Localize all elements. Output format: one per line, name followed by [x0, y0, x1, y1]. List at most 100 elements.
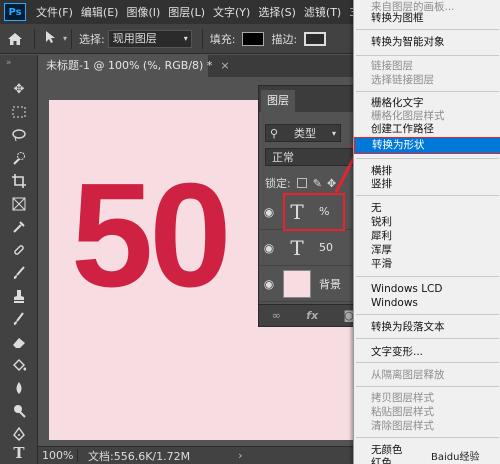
- canvas-text-50: 50: [71, 153, 232, 318]
- tools-panel: » ✥ T: [0, 55, 38, 464]
- menu-item-antialias-crisp[interactable]: 犀利: [354, 229, 500, 243]
- divider: [356, 55, 499, 56]
- menu-item-antialias-smooth[interactable]: 平滑: [354, 257, 500, 271]
- chevron-down-icon: ▾: [183, 33, 188, 43]
- menu-item-paste-layer-style[interactable]: 粘贴图层样式: [354, 405, 500, 419]
- fill-label: 填充:: [209, 32, 236, 46]
- quick-select-tool-icon[interactable]: [9, 148, 29, 168]
- menu-item-copy-layer-style[interactable]: 拷贝图层样式: [354, 391, 500, 405]
- context-menu: 来自图层的画板... 转换为图框 转换为智能对象 链接图层 选择链接图层 栅格化…: [353, 0, 500, 464]
- layer-name: 50: [319, 241, 333, 254]
- fill-color-swatch[interactable]: [242, 31, 265, 46]
- lock-paint-icon[interactable]: ✎: [313, 177, 322, 190]
- lock-label: 锁定:: [265, 177, 291, 190]
- menu-item-release-from-isolation[interactable]: 从隔离图层释放: [354, 368, 500, 382]
- marquee-tool-icon[interactable]: [9, 102, 29, 122]
- divider: [356, 158, 499, 159]
- fx-icon[interactable]: fx: [306, 309, 318, 322]
- move-tool-icon[interactable]: [45, 30, 57, 47]
- dodge-tool-icon[interactable]: [9, 401, 29, 421]
- menu-item-horizontal[interactable]: 横排: [354, 164, 500, 178]
- menu-filter[interactable]: 滤镜(T): [300, 4, 345, 20]
- divider: [71, 28, 73, 49]
- menu-item-antialias-strong[interactable]: 浑厚: [354, 243, 500, 257]
- menu-item-create-work-path[interactable]: 创建工作路径: [354, 122, 500, 136]
- menu-item-convert-to-paragraph-text[interactable]: 转换为段落文本: [354, 320, 500, 334]
- stroke-swatch[interactable]: [304, 31, 327, 46]
- menu-image[interactable]: 图像(I): [122, 4, 164, 20]
- clone-stamp-tool-icon[interactable]: [9, 286, 29, 306]
- crop-tool-icon[interactable]: [9, 171, 29, 191]
- divider: [356, 29, 499, 30]
- menu-select[interactable]: 选择(S): [254, 4, 300, 20]
- layer-name: 背景: [319, 277, 341, 291]
- menu-item-rasterize-layer-style[interactable]: 栅格化图层样式: [354, 109, 500, 123]
- stroke-label: 描边:: [271, 32, 298, 46]
- menu-item-antialias-none[interactable]: 无: [354, 201, 500, 215]
- menu-item-vertical[interactable]: 竖排: [354, 177, 500, 191]
- divider: [356, 276, 499, 277]
- move-tool-icon[interactable]: ✥: [9, 79, 29, 99]
- panel-collapse-icon[interactable]: »: [6, 58, 12, 68]
- close-icon[interactable]: ×: [220, 59, 229, 72]
- layers-panel-footer: ∞ fx ◙: [259, 304, 367, 326]
- menu-edit[interactable]: 编辑(E): [77, 4, 123, 20]
- eraser-tool-icon[interactable]: [9, 332, 29, 352]
- lasso-tool-icon[interactable]: [9, 125, 29, 145]
- divider: [201, 28, 203, 49]
- search-icon: ⚲: [270, 126, 279, 140]
- layer-filter-dropdown[interactable]: ⚲ 类型 ▾: [265, 124, 341, 142]
- document-tab[interactable]: 未标题-1 @ 100% (%, RGB/8) * ×: [38, 55, 230, 77]
- tab-layers[interactable]: 图层: [261, 90, 295, 112]
- menu-item-windows-lcd[interactable]: Windows LCD: [354, 282, 500, 296]
- menu-file[interactable]: 文件(F): [32, 4, 77, 20]
- menu-item-antialias-sharp[interactable]: 锐利: [354, 215, 500, 229]
- eyedropper-tool-icon[interactable]: [9, 217, 29, 237]
- menu-item-rasterize-type[interactable]: 栅格化文字: [354, 96, 500, 110]
- highlight-box: [283, 193, 345, 231]
- divider: [356, 386, 499, 387]
- healing-brush-tool-icon[interactable]: [9, 240, 29, 260]
- menu-item-select-linked-layers[interactable]: 选择链接图层: [354, 73, 500, 87]
- tool-preset-chevron-icon[interactable]: ▾: [63, 34, 67, 43]
- divider: [356, 195, 499, 196]
- pen-tool-icon[interactable]: [9, 424, 29, 444]
- menu-item-clear-layer-style[interactable]: 清除图层样式: [354, 419, 500, 433]
- menu-type[interactable]: 文字(Y): [209, 4, 254, 20]
- blur-tool-icon[interactable]: [9, 378, 29, 398]
- home-icon[interactable]: [0, 24, 30, 54]
- layer-row-50[interactable]: ◉ T 50: [259, 230, 367, 266]
- photoshop-logo-icon[interactable]: Ps: [4, 3, 26, 21]
- menu-item-link-layers[interactable]: 链接图层: [354, 59, 500, 73]
- menu-item-convert-to-frame[interactable]: 转换为图框: [354, 11, 500, 25]
- divider: [356, 91, 499, 92]
- layer-row-background[interactable]: ◉ 背景: [259, 266, 367, 302]
- zoom-level[interactable]: 100%: [38, 449, 78, 462]
- frame-tool-icon[interactable]: [9, 194, 29, 214]
- lock-transparent-icon[interactable]: [296, 178, 307, 188]
- text-layer-thumbnail-icon: T: [283, 233, 311, 262]
- select-dropdown[interactable]: 现用图层 ▾: [107, 29, 192, 48]
- watermark: Baidu经验: [431, 452, 480, 463]
- brush-tool-icon[interactable]: [9, 263, 29, 283]
- divider: [356, 338, 499, 339]
- visibility-eye-icon[interactable]: ◉: [259, 277, 279, 291]
- menu-item-windows[interactable]: Windows: [354, 296, 500, 310]
- visibility-eye-icon[interactable]: ◉: [259, 241, 279, 255]
- visibility-eye-icon[interactable]: ◉: [259, 205, 279, 219]
- paint-bucket-tool-icon[interactable]: [9, 355, 29, 375]
- menu-item-convert-to-smart-object[interactable]: 转换为智能对象: [354, 35, 500, 49]
- menu-item-warp-text[interactable]: 文字变形...: [354, 345, 500, 359]
- layers-panel-header: 图层: [259, 86, 367, 112]
- menu-layer[interactable]: 图层(L): [164, 4, 209, 20]
- divider: [356, 437, 499, 438]
- type-tool-icon[interactable]: T: [9, 443, 29, 463]
- document-info: 文档:556.6K/1.72M: [88, 449, 191, 463]
- document-tab-title: 未标题-1 @ 100% (%, RGB/8) *: [46, 59, 213, 72]
- chevron-right-icon[interactable]: ›: [238, 449, 242, 462]
- layer-filter-value: 类型: [294, 127, 317, 140]
- link-icon[interactable]: ∞: [272, 309, 281, 322]
- history-brush-tool-icon[interactable]: [9, 309, 29, 329]
- blend-mode-value: 正常: [272, 151, 294, 164]
- menu-item-convert-to-shape[interactable]: 转换为形状: [354, 137, 500, 154]
